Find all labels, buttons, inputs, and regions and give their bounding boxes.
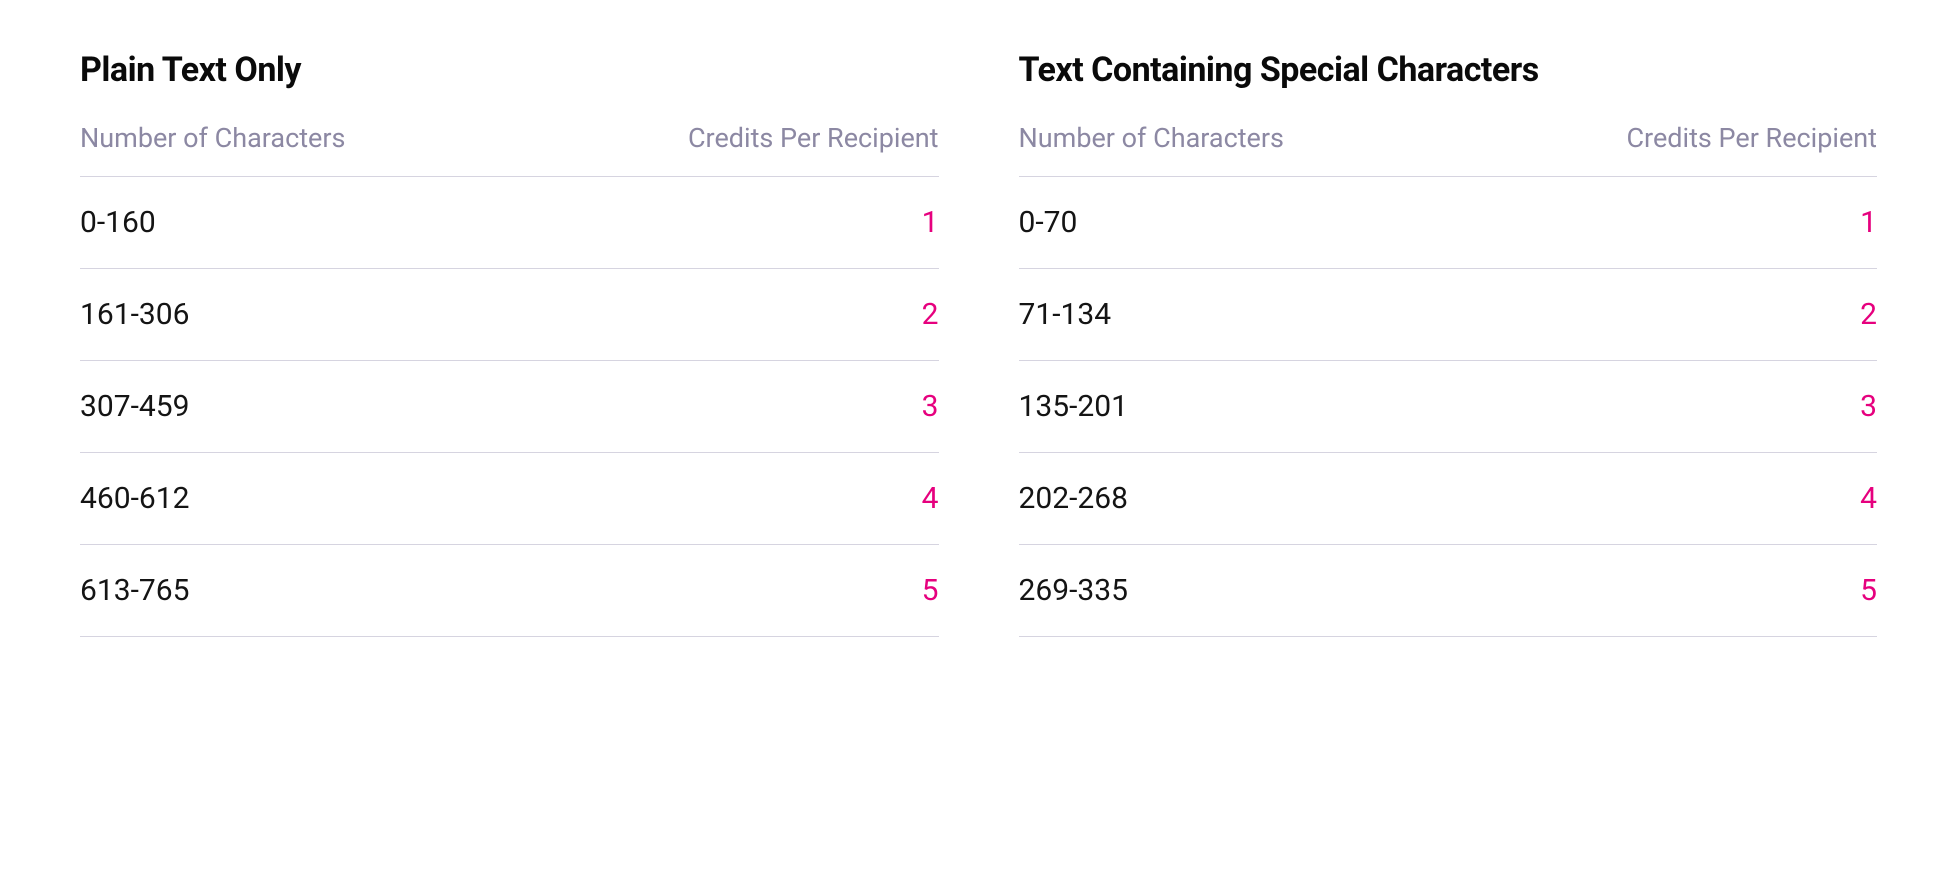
credit-value: 5 [1860, 573, 1877, 608]
character-range: 0-160 [80, 205, 156, 240]
table-row: 202-268 4 [1019, 453, 1878, 545]
table-header: Number of Characters Credits Per Recipie… [80, 122, 939, 177]
column-header-characters: Number of Characters [1019, 122, 1284, 154]
table-header: Number of Characters Credits Per Recipie… [1019, 122, 1878, 177]
credit-value: 3 [1860, 389, 1877, 424]
credit-value: 3 [922, 389, 939, 424]
table-row: 161-306 2 [80, 269, 939, 361]
character-range: 613-765 [80, 573, 189, 608]
character-range: 135-201 [1019, 389, 1128, 424]
table-row: 613-765 5 [80, 545, 939, 637]
column-header-credits: Credits Per Recipient [1626, 122, 1877, 154]
character-range: 202-268 [1019, 481, 1128, 516]
table-title: Text Containing Special Characters [1019, 50, 1878, 90]
credit-value: 5 [922, 573, 939, 608]
column-header-credits: Credits Per Recipient [688, 122, 939, 154]
table-row: 460-612 4 [80, 453, 939, 545]
table-row: 0-160 1 [80, 177, 939, 269]
credit-value: 4 [922, 481, 939, 516]
table-title: Plain Text Only [80, 50, 939, 90]
character-range: 307-459 [80, 389, 189, 424]
table-row: 0-70 1 [1019, 177, 1878, 269]
special-characters-table: Text Containing Special Characters Numbe… [1019, 50, 1878, 637]
table-row: 269-335 5 [1019, 545, 1878, 637]
table-row: 71-134 2 [1019, 269, 1878, 361]
character-range: 460-612 [80, 481, 189, 516]
character-range: 0-70 [1019, 205, 1078, 240]
credit-value: 1 [922, 205, 939, 240]
credit-value: 2 [922, 297, 939, 332]
table-row: 307-459 3 [80, 361, 939, 453]
table-row: 135-201 3 [1019, 361, 1878, 453]
credit-value: 2 [1860, 297, 1877, 332]
character-range: 161-306 [80, 297, 189, 332]
character-range: 269-335 [1019, 573, 1128, 608]
credit-value: 1 [1860, 205, 1877, 240]
credit-value: 4 [1860, 481, 1877, 516]
character-range: 71-134 [1019, 297, 1112, 332]
column-header-characters: Number of Characters [80, 122, 345, 154]
plain-text-table: Plain Text Only Number of Characters Cre… [80, 50, 939, 637]
tables-container: Plain Text Only Number of Characters Cre… [80, 50, 1877, 637]
